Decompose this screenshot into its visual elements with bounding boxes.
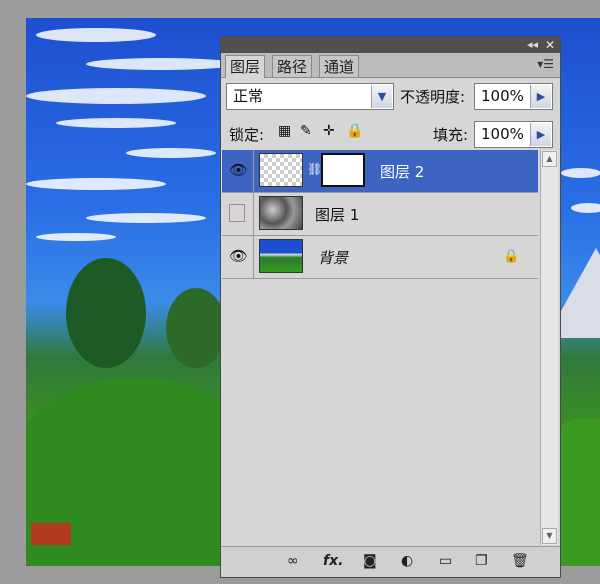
blend-mode-value: 正常 bbox=[233, 87, 264, 105]
eye-icon: 👁 bbox=[229, 247, 249, 265]
close-icon[interactable]: ✕ bbox=[545, 37, 555, 53]
layer-thumbnail bbox=[259, 239, 303, 273]
hidden-eye-box bbox=[229, 204, 245, 222]
fill-input[interactable]: 100% ▶ bbox=[474, 121, 553, 148]
opacity-input[interactable]: 100% ▶ bbox=[474, 83, 553, 110]
blend-mode-dropdown[interactable]: 正常 ▼ bbox=[226, 83, 394, 110]
visibility-toggle[interactable]: 👁 bbox=[222, 236, 254, 278]
lock-brush-icon[interactable]: ✎ bbox=[300, 123, 312, 139]
layers-panel: ◂◂ ✕ 图层 路径 通道 ▾☰ 正常 ▼ 不透明度: 100% ▶ 锁定: ▦… bbox=[220, 36, 561, 578]
eye-icon: 👁 bbox=[229, 161, 249, 179]
collapse-icon[interactable]: ◂◂ bbox=[527, 37, 538, 53]
layer-thumbnail bbox=[259, 153, 303, 187]
trash-icon[interactable]: 🗑 bbox=[511, 553, 529, 569]
fill-label: 填充: bbox=[433, 126, 469, 144]
layer-name: 图层 1 bbox=[315, 206, 360, 224]
layer-row[interactable]: 👁 背景 🔒 bbox=[222, 236, 538, 279]
panel-menu-icon[interactable]: ▾☰ bbox=[537, 57, 554, 71]
layers-list: 👁 ⛓ 图层 2 图层 1 👁 背景 🔒 bbox=[222, 150, 538, 545]
fx-icon[interactable]: fx. bbox=[323, 553, 343, 569]
scroll-up-arrow[interactable]: ▲ bbox=[542, 151, 557, 167]
fill-value: 100% bbox=[481, 125, 524, 143]
lock-move-icon[interactable]: ✛ bbox=[323, 123, 335, 139]
lock-label: 锁定: bbox=[229, 126, 265, 144]
tab-channels[interactable]: 通道 bbox=[319, 55, 360, 77]
layer-row[interactable]: 👁 ⛓ 图层 2 bbox=[222, 150, 538, 193]
lock-all-icon[interactable]: 🔒 bbox=[346, 123, 363, 139]
layer-name: 背景 bbox=[318, 249, 349, 267]
chevron-right-icon[interactable]: ▶ bbox=[530, 123, 551, 146]
layer-thumbnail bbox=[259, 196, 303, 230]
chevron-right-icon[interactable]: ▶ bbox=[530, 85, 551, 108]
chevron-down-icon: ▼ bbox=[371, 85, 392, 108]
lock-transparency-icon[interactable]: ▦ bbox=[278, 123, 291, 139]
visibility-toggle[interactable] bbox=[222, 193, 254, 235]
layer-mask-thumbnail[interactable] bbox=[321, 153, 365, 187]
visibility-toggle[interactable]: 👁 bbox=[222, 150, 254, 192]
panel-bottom-toolbar: ∞ fx. ◙ ◐ ▭ ❐ 🗑 bbox=[221, 546, 560, 577]
opacity-label: 不透明度: bbox=[400, 88, 466, 106]
panel-titlebar[interactable]: ◂◂ ✕ bbox=[221, 37, 560, 53]
lock-icon: 🔒 bbox=[503, 249, 520, 264]
tab-layers[interactable]: 图层 bbox=[225, 55, 266, 78]
adjustment-icon[interactable]: ◐ bbox=[401, 553, 413, 569]
chain-link-icon[interactable]: ⛓ bbox=[307, 162, 322, 176]
layers-scrollbar[interactable]: ▲ ▼ bbox=[540, 150, 558, 545]
new-layer-icon[interactable]: ❐ bbox=[475, 553, 488, 569]
mask-icon[interactable]: ◙ bbox=[363, 553, 377, 569]
layer-name: 图层 2 bbox=[380, 163, 425, 181]
opacity-value: 100% bbox=[481, 87, 524, 105]
panel-tabs: 图层 路径 通道 ▾☰ bbox=[221, 53, 560, 78]
layer-row[interactable]: 图层 1 bbox=[222, 193, 538, 236]
link-icon[interactable]: ∞ bbox=[287, 553, 299, 569]
folder-icon[interactable]: ▭ bbox=[439, 553, 452, 569]
scroll-down-arrow[interactable]: ▼ bbox=[542, 528, 557, 544]
tab-paths[interactable]: 路径 bbox=[272, 55, 313, 77]
